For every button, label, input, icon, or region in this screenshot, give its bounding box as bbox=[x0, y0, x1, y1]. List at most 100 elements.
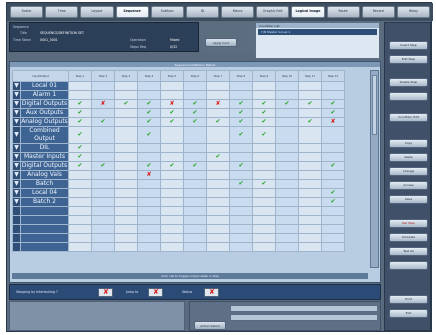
matrix-cell[interactable] bbox=[68, 188, 92, 198]
matrix-cell[interactable] bbox=[68, 224, 92, 234]
matrix-cell[interactable] bbox=[160, 242, 184, 252]
matrix-cell[interactable] bbox=[321, 126, 345, 144]
matrix-cell[interactable] bbox=[68, 215, 92, 225]
matrix-cell[interactable] bbox=[252, 143, 276, 153]
detail-field-2[interactable] bbox=[230, 314, 378, 321]
matrix-cell[interactable] bbox=[206, 242, 230, 252]
tab-logical-image[interactable]: Logical Image bbox=[291, 6, 325, 18]
tab-layout[interactable]: Layout bbox=[80, 6, 114, 18]
matrix-cell[interactable] bbox=[91, 206, 115, 216]
matrix-cell[interactable] bbox=[298, 197, 322, 207]
matrix-cell[interactable] bbox=[160, 179, 184, 189]
stepping-interlock-toggle[interactable]: ✘ bbox=[98, 288, 113, 297]
matrix-cell[interactable] bbox=[114, 126, 138, 144]
matrix-cell[interactable]: ✔ bbox=[68, 152, 92, 162]
matrix-cell[interactable] bbox=[160, 143, 184, 153]
matrix-cell[interactable] bbox=[160, 152, 184, 162]
action-select-button[interactable]: Action Select bbox=[194, 321, 226, 330]
matrix-cell[interactable]: ✔ bbox=[252, 179, 276, 189]
matrix-cell[interactable] bbox=[206, 81, 230, 91]
matrix-cell[interactable] bbox=[321, 224, 345, 234]
matrix-cell[interactable] bbox=[298, 152, 322, 162]
matrix-cell[interactable]: ✔ bbox=[183, 99, 207, 109]
matrix-cell[interactable] bbox=[91, 108, 115, 118]
matrix-cell[interactable]: ✔ bbox=[68, 99, 92, 109]
matrix-cell[interactable]: ✔ bbox=[68, 117, 92, 127]
matrix-cell[interactable] bbox=[68, 206, 92, 216]
matrix-cell[interactable] bbox=[275, 108, 299, 118]
matrix-cell[interactable] bbox=[298, 179, 322, 189]
matrix-cell[interactable] bbox=[298, 143, 322, 153]
matrix-cell[interactable]: ✔ bbox=[206, 117, 230, 127]
matrix-cell[interactable] bbox=[91, 170, 115, 180]
matrix-cell[interactable] bbox=[206, 233, 230, 243]
matrix-cell[interactable] bbox=[229, 152, 253, 162]
matrix-cell[interactable] bbox=[252, 81, 276, 91]
matrix-cell[interactable]: ✔ bbox=[114, 99, 138, 109]
matrix-cell[interactable] bbox=[91, 152, 115, 162]
matrix-cell[interactable] bbox=[321, 143, 345, 153]
matrix-cell[interactable] bbox=[91, 90, 115, 100]
matrix-cell[interactable] bbox=[114, 81, 138, 91]
matrix-cell[interactable]: ✔ bbox=[137, 108, 161, 118]
sidebar-button-save[interactable]: Save bbox=[389, 195, 428, 204]
matrix-cell[interactable]: ✔ bbox=[68, 161, 92, 171]
matrix-cell[interactable] bbox=[275, 143, 299, 153]
sidebar-button-edit-step[interactable]: Edit Step bbox=[389, 55, 428, 64]
matrix-cell[interactable] bbox=[206, 179, 230, 189]
matrix-cell[interactable] bbox=[206, 108, 230, 118]
matrix-cell[interactable] bbox=[114, 90, 138, 100]
matrix-cell[interactable] bbox=[183, 179, 207, 189]
matrix-cell[interactable] bbox=[160, 126, 184, 144]
matrix-cell[interactable] bbox=[137, 233, 161, 243]
matrix-cell[interactable] bbox=[298, 108, 322, 118]
matrix-cell[interactable] bbox=[114, 117, 138, 127]
matrix-cell[interactable]: ✔ bbox=[91, 117, 115, 127]
matrix-cell[interactable] bbox=[206, 90, 230, 100]
matrix-cell[interactable] bbox=[275, 233, 299, 243]
matrix-cell[interactable] bbox=[229, 224, 253, 234]
matrix-cell[interactable] bbox=[183, 188, 207, 198]
matrix-cell[interactable] bbox=[275, 242, 299, 252]
matrix-cell[interactable] bbox=[91, 215, 115, 225]
matrix-cell[interactable]: ✔ bbox=[160, 117, 184, 127]
matrix-cell[interactable] bbox=[252, 197, 276, 207]
matrix-cell[interactable] bbox=[68, 90, 92, 100]
matrix-cell[interactable] bbox=[114, 242, 138, 252]
sidebar-button-blank-3[interactable] bbox=[389, 92, 428, 101]
matrix-cell[interactable] bbox=[206, 224, 230, 234]
sidebar-button-blank-13[interactable] bbox=[389, 261, 428, 270]
tab-record[interactable]: Record bbox=[361, 6, 395, 18]
matrix-cell[interactable] bbox=[229, 90, 253, 100]
matrix-cell[interactable]: ✔ bbox=[137, 126, 161, 144]
matrix-cell[interactable] bbox=[206, 143, 230, 153]
matrix-cell[interactable] bbox=[298, 233, 322, 243]
matrix-cell[interactable] bbox=[275, 117, 299, 127]
matrix-cell[interactable]: ✔ bbox=[321, 188, 345, 198]
matrix-cell[interactable]: ✔ bbox=[229, 126, 253, 144]
sidebar-button-del-step[interactable]: Del Step bbox=[389, 219, 428, 228]
matrix-cell[interactable]: ✔ bbox=[183, 161, 207, 171]
matrix-cell[interactable] bbox=[114, 108, 138, 118]
matrix-cell[interactable] bbox=[160, 188, 184, 198]
matrix-cell[interactable] bbox=[252, 170, 276, 180]
matrix-cell[interactable] bbox=[275, 197, 299, 207]
matrix-cell[interactable] bbox=[137, 143, 161, 153]
matrix-cell[interactable] bbox=[298, 224, 322, 234]
matrix-cell[interactable]: ✔ bbox=[321, 197, 345, 207]
matrix-cell[interactable] bbox=[183, 152, 207, 162]
matrix-cell[interactable] bbox=[114, 215, 138, 225]
matrix-cell[interactable] bbox=[68, 179, 92, 189]
matrix-cell[interactable] bbox=[160, 81, 184, 91]
matrix-cell[interactable] bbox=[91, 197, 115, 207]
matrix-cell[interactable]: ✔ bbox=[229, 117, 253, 127]
sidebar-button-condition-edit[interactable]: Condition Edit bbox=[389, 113, 428, 122]
matrix-cell[interactable]: ✔ bbox=[252, 117, 276, 127]
matrix-cell[interactable]: ✔ bbox=[137, 161, 161, 171]
matrix-cell[interactable] bbox=[321, 206, 345, 216]
matrix-cell[interactable]: ✔ bbox=[275, 99, 299, 109]
matrix-cell[interactable] bbox=[137, 206, 161, 216]
matrix-cell[interactable] bbox=[321, 179, 345, 189]
matrix-cell[interactable]: ✔ bbox=[321, 108, 345, 118]
matrix-cell[interactable] bbox=[160, 215, 184, 225]
